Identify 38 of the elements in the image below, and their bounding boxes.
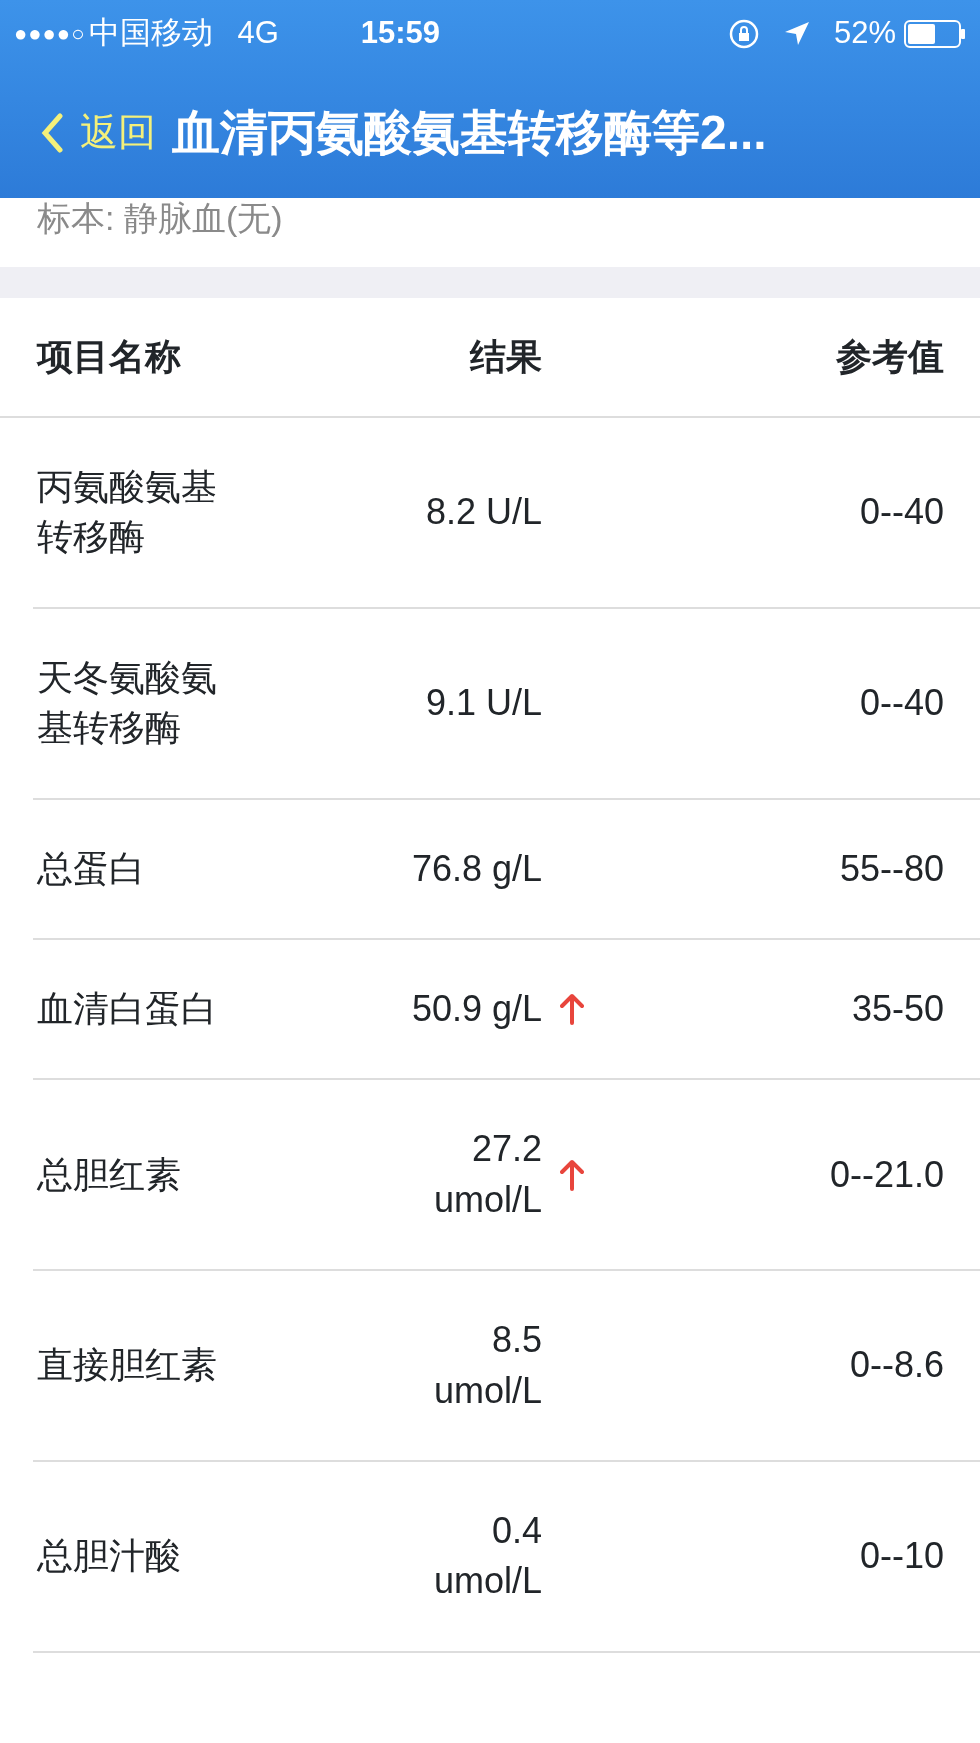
network-type: 4G xyxy=(237,14,279,53)
back-button[interactable]: 返回 xyxy=(40,104,156,161)
reference-range: 0--21.0 xyxy=(829,1153,944,1195)
item-name: 总胆汁酸 xyxy=(37,1534,181,1579)
column-header: 结果 xyxy=(470,335,542,379)
battery-percent: 52% xyxy=(833,14,896,53)
rotation-lock-icon xyxy=(727,17,760,50)
reference-range: 35-50 xyxy=(851,987,944,1029)
battery-icon xyxy=(904,19,966,48)
up-arrow-icon xyxy=(560,993,584,1026)
item-name: 总蛋白 xyxy=(37,846,145,891)
up-arrow-icon xyxy=(560,1158,584,1191)
location-arrow-icon xyxy=(783,20,810,47)
reference-range: 0--8.6 xyxy=(849,1344,944,1386)
back-chevron-icon xyxy=(40,112,64,153)
page-title: 血清丙氨酸氨基转移酶等2... xyxy=(172,104,767,161)
signal-dots: ●●●●○ xyxy=(14,20,86,48)
carrier-name: 中国移动 xyxy=(89,14,214,53)
result-value: 76.8 g/L xyxy=(411,846,542,891)
column-header: 项目名称 xyxy=(37,336,181,377)
reference-range: 55--80 xyxy=(839,847,944,889)
status-time: 15:59 xyxy=(360,14,441,53)
result-value: 27.2 umol/L xyxy=(432,1127,542,1222)
reference-range: 0--40 xyxy=(859,681,944,723)
reference-range: 0--40 xyxy=(859,491,944,533)
specimen-label: 标本: 静脉血(无) xyxy=(37,199,283,237)
item-name: 直接胆红素 xyxy=(37,1343,217,1388)
item-name: 丙氨酸氨基转移酶 xyxy=(37,465,218,560)
result-value: 8.5 umol/L xyxy=(432,1318,542,1413)
item-name: 血清白蛋白 xyxy=(37,986,217,1031)
result-value: 9.1 U/L xyxy=(425,680,542,725)
result-value: 8.2 U/L xyxy=(425,490,542,535)
item-name: 天冬氨酸氨基转移酶 xyxy=(37,655,218,751)
reference-range: 0--10 xyxy=(859,1535,944,1577)
result-value: 0.4 umol/L xyxy=(432,1508,542,1604)
item-name: 总胆红素 xyxy=(37,1152,181,1197)
column-header: 参考值 xyxy=(836,336,944,377)
result-value: 50.9 g/L xyxy=(411,986,542,1031)
